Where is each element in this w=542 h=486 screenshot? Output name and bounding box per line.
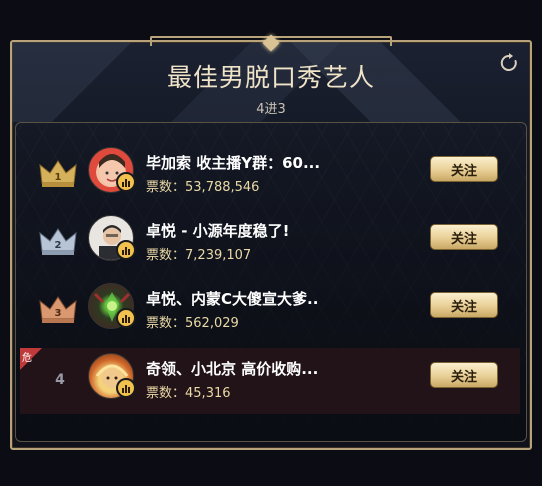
follow-button[interactable]: 关注 (430, 292, 498, 318)
streamer-name[interactable]: 卓悦、内蒙C大傻宣大爹.. (146, 288, 366, 309)
refresh-icon (500, 53, 517, 71)
crown-icon: 1 (39, 160, 77, 187)
mic-bars-icon (116, 308, 136, 328)
vote-count: 票数：7,239,107 (146, 248, 252, 263)
list-item: 2 卓悦 - 小源年度稳了! 票数：7,239,107 关注 (20, 210, 520, 276)
streamer-name[interactable]: 奇领、小北京 高价收购... (146, 358, 366, 379)
refresh-button[interactable] (498, 52, 520, 74)
vote-count: 票数：53,788,546 (146, 180, 260, 195)
follow-button[interactable]: 关注 (430, 224, 498, 250)
list-item: 1 毕加索 收主播Y群：60... 票数：53,788,546 关注 (20, 142, 520, 208)
round-subtitle: 4进3 (256, 102, 286, 117)
vote-count: 票数：562,029 (146, 316, 239, 331)
mic-bars-icon (116, 172, 136, 192)
vote-count: 票数：45,316 (146, 386, 231, 401)
rank-number: 4 (55, 372, 65, 388)
mic-bars-icon (116, 240, 136, 260)
ranking-dialog: 最佳男脱口秀艺人 4进3 1 毕加索 收主播Y群：60... 票数：53,788… (0, 0, 542, 486)
rank-number: 3 (55, 308, 62, 319)
streamer-name[interactable]: 毕加索 收主播Y群：60... (146, 152, 366, 173)
list-item-danger: 危 4 奇领、小北京 高价收购... 票数：45,316 关注 (20, 348, 520, 414)
mic-bars-icon (116, 378, 136, 398)
list-item: 3 卓悦、内蒙C大傻宣大爹.. 票数：562,029 关注 (20, 278, 520, 344)
follow-button[interactable]: 关注 (430, 156, 498, 182)
crown-icon: 2 (39, 228, 77, 255)
crown-icon: 3 (39, 296, 77, 323)
follow-button[interactable]: 关注 (430, 362, 498, 388)
danger-label: 危 (22, 353, 32, 364)
streamer-name[interactable]: 卓悦 - 小源年度稳了! (146, 220, 366, 241)
rank-number: 2 (55, 240, 62, 251)
rank-number: 1 (55, 172, 62, 183)
dialog-title: 最佳男脱口秀艺人 (166, 63, 375, 92)
